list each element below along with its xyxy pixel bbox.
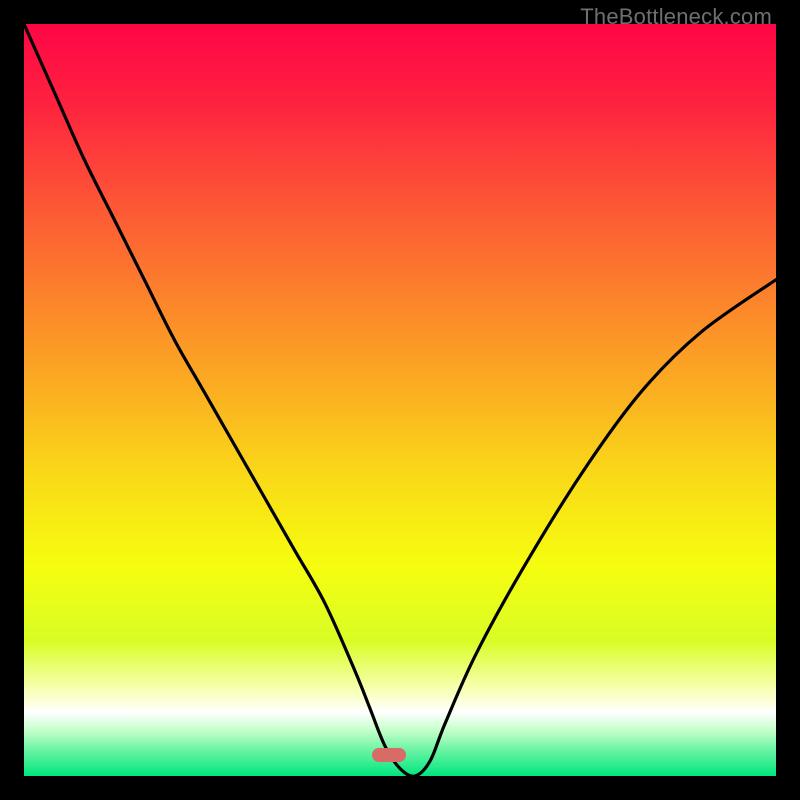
bottleneck-curve xyxy=(24,24,776,776)
minimum-marker xyxy=(372,748,406,762)
plot-area xyxy=(24,24,776,776)
watermark-text: TheBottleneck.com xyxy=(580,4,772,30)
chart-frame: TheBottleneck.com xyxy=(0,0,800,800)
